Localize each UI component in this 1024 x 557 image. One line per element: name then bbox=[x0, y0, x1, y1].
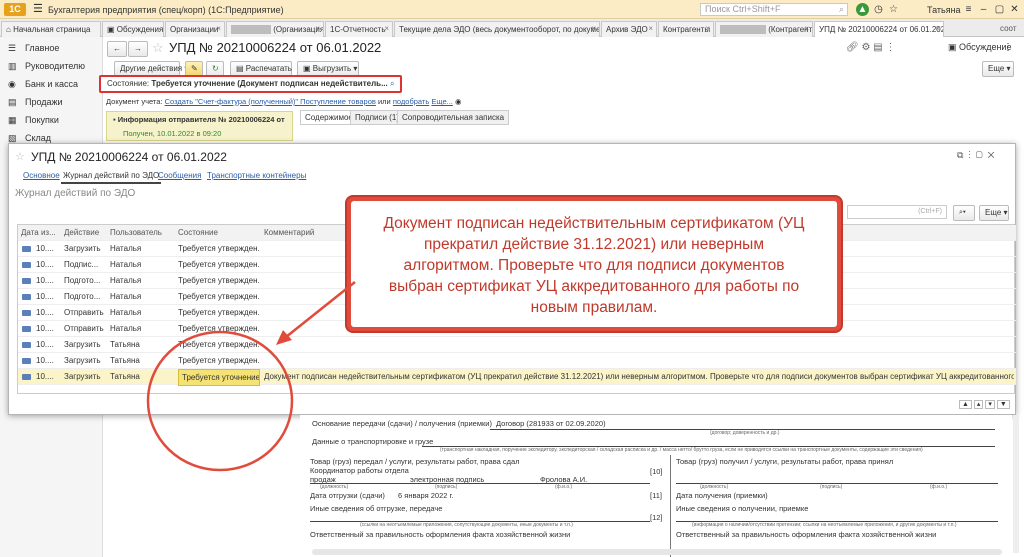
transferred-label: Товар (груз) передал / услуги, результат… bbox=[310, 457, 520, 466]
ship-date: 6 января 2022 г. bbox=[398, 491, 454, 500]
other-info-label: Иные сведения об отгрузке, передаче bbox=[310, 504, 443, 513]
position-hint: (должность) bbox=[700, 484, 729, 490]
horizontal-scrollbar[interactable] bbox=[312, 549, 1002, 555]
ship-date-label: Дата отгрузки (сдачи) bbox=[310, 491, 385, 500]
responsible-label: Ответственный за правильность оформления… bbox=[676, 530, 937, 539]
vertical-scrollbar[interactable] bbox=[1013, 415, 1019, 553]
basis-label: Основание передачи (сдачи) / получения (… bbox=[312, 419, 492, 428]
divider bbox=[670, 455, 671, 557]
row-number-10: [10] bbox=[650, 467, 663, 476]
highlight-circle bbox=[146, 330, 294, 472]
signature-hint: (подпись) bbox=[435, 484, 458, 490]
upd-printed-form: Основание передачи (сдачи) / получения (… bbox=[300, 415, 1012, 557]
responsible-label: Ответственный за правильность оформления… bbox=[310, 530, 571, 539]
transport-label: Данные о транспортировке и грузе bbox=[312, 437, 434, 446]
receive-date-label: Дата получения (приемки) bbox=[676, 491, 768, 500]
other-receive-hint: (информация о наличии/отсутствии претенз… bbox=[692, 522, 957, 528]
position-hint: (должность) bbox=[320, 484, 349, 490]
fio-hint: (ф.и.о.) bbox=[555, 484, 573, 490]
callout-arrow bbox=[285, 281, 356, 338]
basis-value: Договор (281933 от 02.09.2020) bbox=[496, 419, 606, 428]
other-info-hint: (ссылки на неотъемлемые приложения, сопу… bbox=[360, 522, 573, 528]
row-number-12: [12] bbox=[650, 513, 663, 522]
coordinator-label: Координатор работы отдела bbox=[310, 466, 409, 475]
arrow-head bbox=[276, 330, 292, 345]
row-number-11: [11] bbox=[650, 491, 662, 500]
transport-hint: (транспортная накладная, поручение экспе… bbox=[440, 447, 923, 453]
fio-hint: (ф.и.о.) bbox=[930, 484, 948, 490]
signature-hint: (подпись) bbox=[820, 484, 843, 490]
divider bbox=[310, 483, 650, 484]
other-receive-label: Иные сведения о получении, приемке bbox=[676, 504, 809, 513]
received-label: Товар (груз) получил / услуги, результат… bbox=[676, 457, 894, 466]
basis-hint: (договор; доверенность и др.) bbox=[710, 430, 780, 436]
